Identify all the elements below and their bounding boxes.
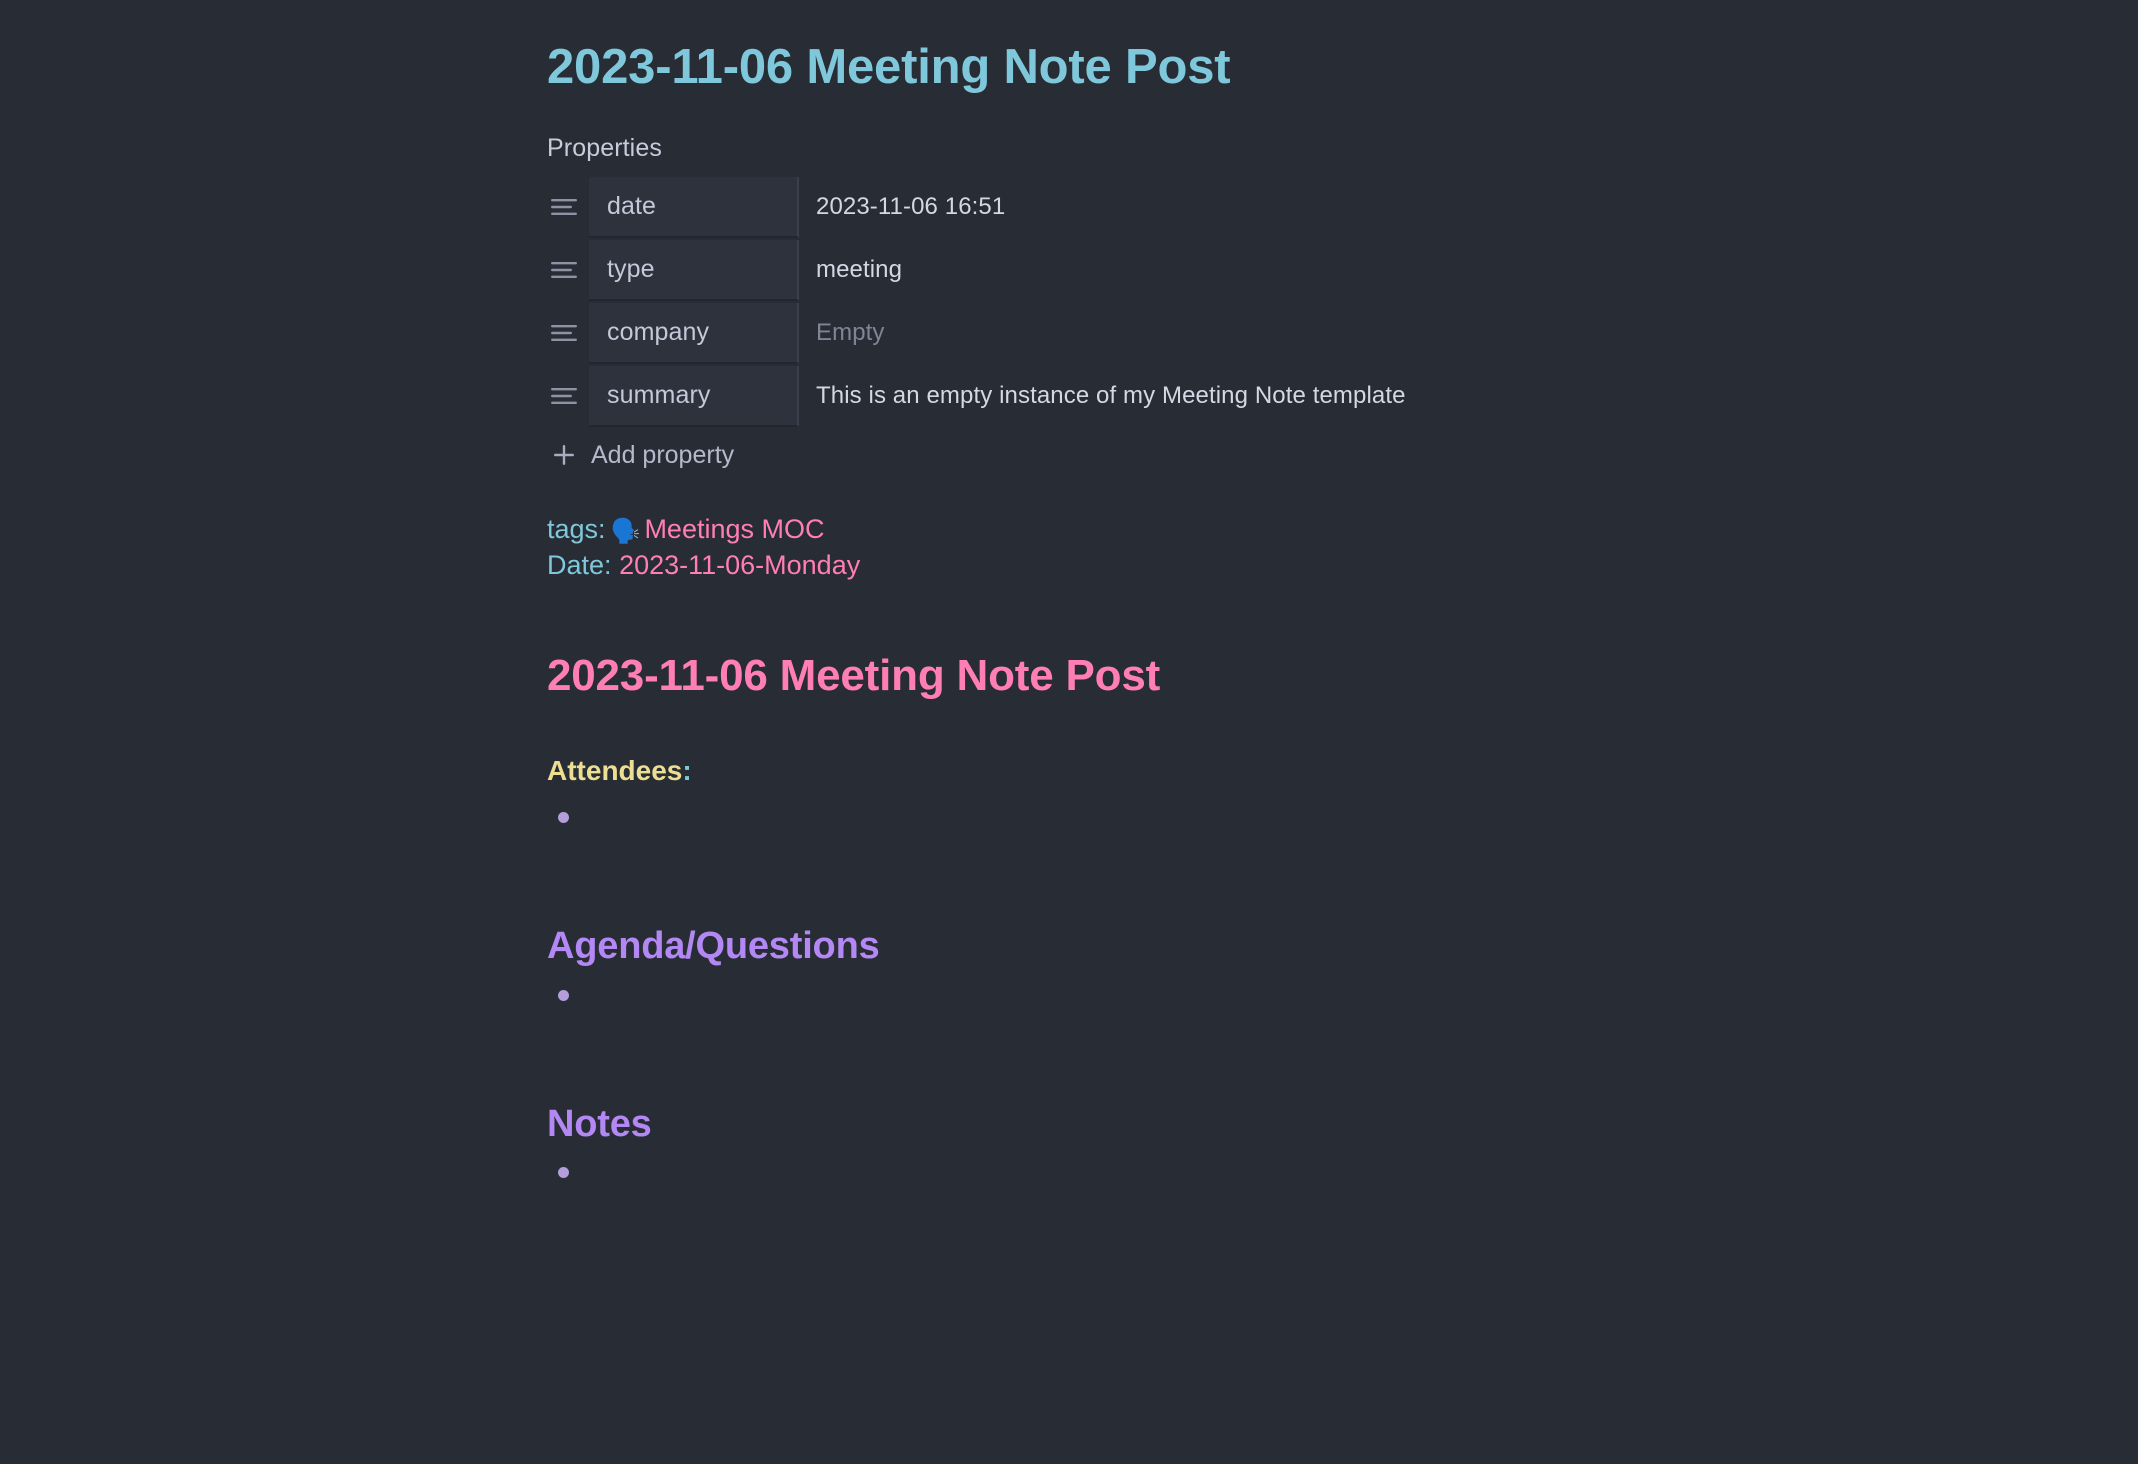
attendees-heading: Attendees: [547, 702, 1967, 788]
property-key-date[interactable]: date [589, 176, 799, 238]
plus-icon [554, 445, 574, 466]
agenda-list [547, 980, 1967, 1014]
property-row-date[interactable]: date 2023-11-06 16:51 [547, 176, 1967, 238]
property-drag-handle[interactable] [547, 240, 589, 301]
list-item[interactable] [547, 802, 1967, 836]
speaking-head-icon: 🗣️ [610, 517, 641, 545]
list-item[interactable] [547, 980, 1967, 1014]
property-value-date[interactable]: 2023-11-06 16:51 [799, 177, 1967, 238]
property-value-summary[interactable]: This is an empty instance of my Meeting … [799, 366, 1967, 427]
list-item[interactable] [547, 1157, 1967, 1191]
meta-tags-value[interactable]: Meetings MOC [644, 514, 824, 544]
attendees-colon: : [682, 755, 692, 787]
inline-note-title[interactable]: 2023-11-06 Meeting Note Post [547, 0, 1967, 97]
notes-list [547, 1157, 1967, 1191]
note-content-column: 2023-11-06 Meeting Note Post Properties … [547, 0, 1967, 1191]
property-drag-handle[interactable] [547, 177, 589, 238]
add-property-button[interactable]: Add property [547, 441, 1967, 470]
property-row-summary[interactable]: summary This is an empty instance of my … [547, 365, 1967, 427]
meta-date-value[interactable]: 2023-11-06-Monday [619, 550, 860, 580]
meta-line-date: Date: 2023-11-06-Monday [547, 548, 1967, 584]
note-page: 2023-11-06 Meeting Note Post Properties … [0, 0, 2138, 1464]
attendees-list [547, 802, 1967, 836]
text-lines-icon [551, 325, 577, 342]
body-heading-title: 2023-11-06 Meeting Note Post [547, 650, 1161, 700]
add-property-label: Add property [591, 440, 735, 469]
text-lines-icon [551, 388, 577, 405]
agenda-questions-heading: Agenda/Questions [547, 925, 880, 967]
attendees-label: Attendees [547, 755, 683, 787]
note-meta-lines: tags: 🗣️ Meetings MOC Date: 2023-11-06-Mon… [547, 512, 1967, 584]
properties-heading[interactable]: Properties [547, 133, 1967, 163]
meta-date-key: Date: [547, 549, 612, 580]
properties-panel: Properties date 2023-11-06 16:51 type me… [547, 133, 1967, 470]
property-row-company[interactable]: company Empty [547, 302, 1967, 364]
property-value-company[interactable]: Empty [799, 303, 1967, 364]
meta-line-tags: tags: 🗣️ Meetings MOC [547, 512, 1967, 548]
text-lines-icon [551, 262, 577, 279]
text-lines-icon [551, 199, 577, 216]
meta-tags-key: tags: [547, 513, 606, 544]
property-row-type[interactable]: type meeting [547, 239, 1967, 301]
property-drag-handle[interactable] [547, 366, 589, 427]
property-drag-handle[interactable] [547, 303, 589, 364]
property-key-summary[interactable]: summary [589, 365, 799, 427]
property-key-type[interactable]: type [589, 239, 799, 301]
notes-heading: Notes [547, 1102, 652, 1145]
property-key-company[interactable]: company [589, 302, 799, 364]
property-value-type[interactable]: meeting [799, 240, 1967, 301]
